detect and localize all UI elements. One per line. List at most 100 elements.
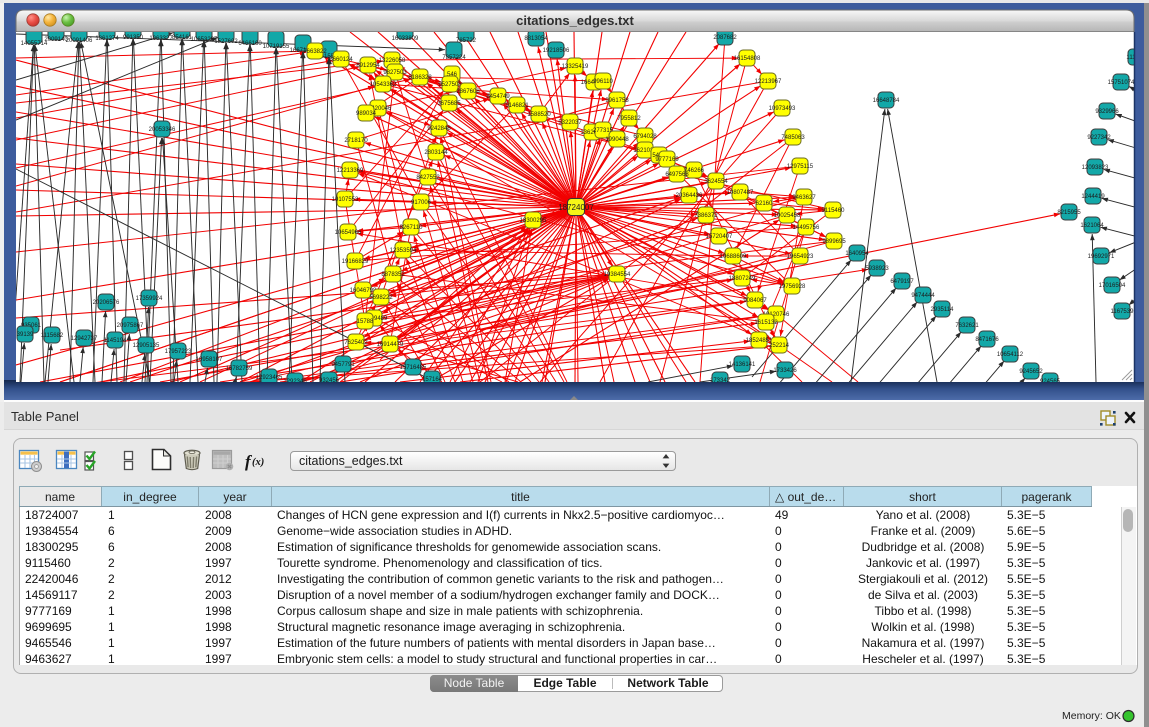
svg-text:9115460: 9115460	[822, 208, 846, 214]
svg-text:16648784: 16648784	[873, 98, 900, 104]
svg-text:citations_edges.txt: citations_edges.txt	[516, 13, 634, 28]
svg-text:1640954: 1640954	[845, 251, 869, 257]
svg-text:9329966: 9329966	[1095, 109, 1119, 115]
svg-text:9474444: 9474444	[911, 293, 935, 299]
svg-text:9899695: 9899695	[822, 239, 846, 245]
svg-text:6479197: 6479197	[890, 279, 914, 285]
svg-text:917006: 917006	[411, 200, 432, 206]
svg-text:9245652: 9245652	[1019, 369, 1043, 375]
svg-text:20364436: 20364436	[676, 193, 703, 199]
svg-text:6794028: 6794028	[633, 134, 657, 140]
svg-text:16782759: 16782759	[226, 366, 253, 372]
svg-text:10654966: 10654966	[335, 230, 362, 236]
svg-text:15788: 15788	[357, 319, 374, 325]
svg-text:19756928: 19756928	[779, 284, 806, 290]
svg-text:9777169: 9777169	[655, 157, 679, 163]
svg-text:3624554: 3624554	[704, 179, 728, 185]
svg-text:10807487: 10807487	[727, 190, 754, 196]
svg-text:1145194: 1145194	[104, 338, 128, 344]
svg-text:2803144: 2803144	[424, 150, 448, 156]
svg-text:6497568: 6497568	[665, 172, 689, 178]
svg-text:10719155: 10719155	[263, 44, 290, 50]
svg-text:17016504: 17016504	[1099, 283, 1126, 289]
svg-text:18807249: 18807249	[729, 276, 756, 282]
svg-text:7955812: 7955812	[617, 116, 641, 122]
svg-text:9084067: 9084067	[743, 298, 767, 304]
svg-text:1733426: 1733426	[773, 368, 797, 374]
svg-text:8186328: 8186328	[408, 75, 432, 81]
svg-text:9146821: 9146821	[505, 103, 529, 109]
svg-text:2087682: 2087682	[713, 35, 737, 41]
svg-text:9961758: 9961758	[605, 98, 629, 104]
svg-text:12923465: 12923465	[256, 375, 283, 381]
svg-text:8912954: 8912954	[356, 63, 380, 69]
svg-text:19692971: 19692971	[1088, 254, 1115, 260]
svg-text:8660124: 8660124	[329, 57, 353, 63]
svg-text:1063327: 1063327	[149, 36, 173, 42]
svg-text:1621064: 1621064	[1080, 223, 1104, 229]
svg-text:8215955: 8215955	[1057, 210, 1081, 216]
svg-text:20975867: 20975867	[117, 323, 144, 329]
svg-text:1167539: 1167539	[1111, 309, 1135, 315]
svg-text:16914479: 16914479	[377, 342, 404, 348]
svg-text:62160: 62160	[756, 201, 773, 207]
svg-text:13226058: 13226058	[379, 58, 406, 64]
svg-text:9527508: 9527508	[438, 82, 462, 88]
svg-text:(x): (x)	[252, 457, 264, 468]
svg-text:19218506: 19218506	[543, 48, 570, 54]
svg-text:12942737: 12942737	[71, 336, 98, 342]
svg-text:1588520: 1588520	[527, 112, 551, 118]
svg-text:8878352: 8878352	[381, 272, 405, 278]
svg-text:12975115: 12975115	[787, 164, 814, 170]
svg-text:10958107: 10958107	[196, 357, 223, 363]
svg-text:7625402: 7625402	[344, 340, 368, 346]
svg-text:14495756: 14495756	[793, 225, 820, 231]
svg-text:996110: 996110	[593, 79, 613, 85]
svg-text:7632621: 7632621	[955, 323, 979, 329]
svg-text:18724007: 18724007	[558, 203, 594, 212]
svg-text:16033809: 16033809	[392, 36, 419, 42]
svg-text:8267110: 8267110	[400, 225, 424, 231]
svg-text:854161: 854161	[172, 35, 193, 41]
svg-text:1990448: 1990448	[605, 137, 629, 143]
svg-text:20091406: 20091406	[66, 38, 93, 44]
svg-text:989034: 989034	[356, 111, 377, 117]
svg-text:7485063: 7485063	[781, 135, 805, 141]
svg-text:10973493: 10973493	[769, 106, 796, 112]
svg-text:1861274: 1861274	[95, 36, 119, 42]
svg-text:10688609: 10688609	[720, 254, 747, 260]
svg-text:20206576: 20206576	[93, 300, 120, 306]
svg-text:12353594: 12353594	[390, 248, 417, 254]
svg-text:15751074: 15751074	[1108, 80, 1135, 86]
svg-text:1244419: 1244419	[1081, 194, 1105, 200]
svg-text:7386372: 7386372	[694, 213, 718, 219]
svg-text:15720407: 15720407	[706, 234, 733, 240]
svg-text:12213967: 12213967	[755, 79, 782, 85]
svg-text:10025458: 10025458	[774, 213, 801, 219]
svg-text:12093823: 12093823	[1082, 165, 1109, 171]
svg-text:9227342: 9227342	[1087, 135, 1111, 141]
svg-text:9457791: 9457791	[331, 362, 355, 368]
svg-text:2718170: 2718170	[344, 138, 368, 144]
svg-text:9827503: 9827503	[383, 70, 407, 76]
svg-text:10654112: 10654112	[997, 352, 1024, 358]
svg-text:15716485: 15716485	[400, 365, 427, 371]
svg-text:7663822: 7663822	[303, 49, 327, 55]
svg-text:3675685: 3675685	[437, 101, 461, 107]
svg-text:5698222: 5698222	[369, 295, 393, 301]
svg-text:18300295: 18300295	[520, 218, 547, 224]
svg-text:1527602: 1527602	[214, 39, 238, 45]
svg-text:19166829: 19166829	[342, 259, 369, 265]
svg-text:16154808: 16154808	[734, 56, 761, 62]
svg-text:19654923: 19654923	[787, 254, 814, 260]
svg-text:9463627: 9463627	[792, 195, 816, 201]
svg-text:13325419: 13325419	[562, 64, 589, 70]
svg-text:39139: 39139	[17, 332, 34, 338]
svg-text:5322037: 5322037	[558, 120, 582, 126]
svg-text:17957223: 17957223	[165, 349, 192, 355]
svg-text:19384554: 19384554	[604, 272, 631, 278]
svg-text:10543362: 10543362	[370, 82, 397, 88]
svg-text:8454749: 8454749	[486, 94, 510, 100]
svg-text:12213369: 12213369	[337, 168, 364, 174]
svg-text:252214: 252214	[769, 343, 790, 349]
